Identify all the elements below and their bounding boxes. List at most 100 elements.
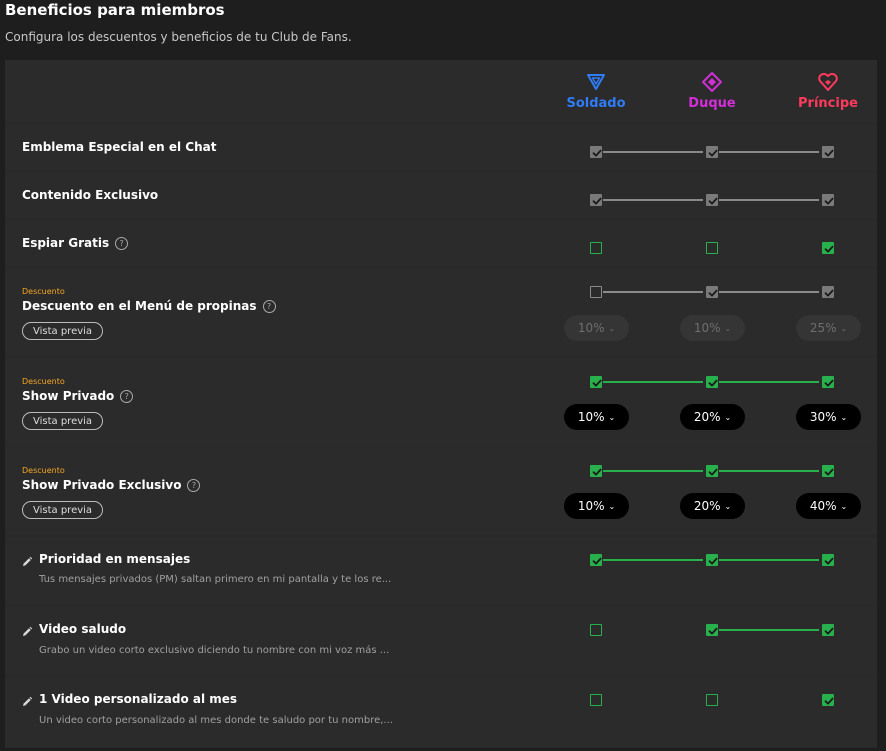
discount-tag: Descuento (22, 287, 65, 296)
preview-button[interactable]: Vista previa (22, 412, 104, 430)
preview-button[interactable]: Vista previa (22, 322, 104, 340)
benefit-label: 1 Video personalizado al mes (39, 692, 237, 706)
discount-select: 25% ⌄ (796, 315, 861, 341)
benefit-label-text: Prioridad en mensajes (39, 552, 191, 566)
help-icon[interactable]: ? (120, 390, 134, 403)
connector-line (719, 381, 819, 383)
help-icon[interactable]: ? (187, 479, 201, 492)
tier-checkbox[interactable] (822, 146, 834, 158)
connector-line (603, 151, 703, 153)
connector-line (603, 559, 703, 561)
discount-value: 30% (809, 410, 837, 424)
connector-line (719, 470, 819, 472)
connector-line (603, 470, 703, 472)
tier-principe: Príncipe (783, 72, 873, 111)
benefit-row: Emblema Especial en el Chat (5, 124, 877, 170)
benefit-description: Grabo un video corto exclusivo diciendo … (39, 645, 390, 656)
discount-select: 10% ⌄ (680, 315, 745, 341)
connector-line (719, 559, 819, 561)
help-icon[interactable]: ? (115, 237, 129, 250)
benefit-label-text: Show Privado Exclusivo (22, 478, 182, 492)
benefit-row: Video saludo Grabo un video corto exclusi… (5, 607, 877, 675)
pencil-icon (21, 553, 33, 566)
discount-select[interactable]: 30% ⌄ (796, 404, 861, 430)
tier-name: Príncipe (798, 96, 858, 111)
benefit-row: Espiar Gratis? (5, 220, 877, 266)
diamond-icon (667, 71, 757, 96)
discount-tag: Descuento (22, 466, 65, 475)
discount-value: 10% (577, 410, 605, 424)
chevron-down-icon: ⌄ (840, 502, 848, 511)
tier-checkbox[interactable] (822, 376, 834, 388)
benefit-row: Descuento Descuento en el Menú de propina… (5, 268, 877, 356)
benefit-label-text: Emblema Especial en el Chat (22, 140, 217, 154)
connector-line (719, 199, 819, 201)
tier-checkbox[interactable] (822, 554, 834, 566)
tier-checkbox[interactable] (706, 194, 718, 206)
tier-checkbox[interactable] (822, 242, 834, 254)
tier-checkbox[interactable] (822, 694, 834, 706)
tier-checkbox[interactable] (822, 194, 834, 206)
pencil-icon (21, 693, 33, 706)
benefit-label-text: Show Privado (22, 389, 115, 403)
tier-name: Duque (688, 96, 736, 111)
tier-checkbox[interactable] (590, 194, 602, 206)
discount-tag: Descuento (22, 377, 65, 386)
discount-value: 10% (577, 499, 605, 513)
heart-gem-icon (783, 72, 873, 96)
tier-checkbox[interactable] (706, 694, 718, 706)
tier-checkbox[interactable] (706, 465, 718, 477)
benefit-row: Descuento Show Privado Exclusivo? Vista pr… (5, 447, 877, 535)
benefit-label-text: Descuento en el Menú de propinas (22, 299, 257, 313)
tier-checkbox[interactable] (590, 242, 602, 254)
discount-select[interactable]: 10% ⌄ (564, 493, 629, 519)
benefit-label: Show Privado Exclusivo? (22, 478, 201, 492)
tier-checkbox[interactable] (706, 286, 718, 298)
preview-button[interactable]: Vista previa (22, 501, 104, 519)
tier-checkbox[interactable] (590, 286, 602, 298)
discount-select[interactable]: 20% ⌄ (680, 493, 745, 519)
benefit-label-text: Video saludo (39, 622, 127, 636)
tier-checkbox[interactable] (590, 624, 602, 636)
tier-checkbox[interactable] (706, 376, 718, 388)
header: Beneficios para miembros Configura los d… (0, 0, 886, 60)
discount-value: 20% (693, 499, 721, 513)
discount-value: 10% (577, 321, 605, 335)
tier-header-row: Soldado Duque Príncipe (5, 60, 877, 122)
discount-select[interactable]: 20% ⌄ (680, 404, 745, 430)
chevron-down-icon: ⌄ (724, 324, 732, 333)
benefit-label: Emblema Especial en el Chat (22, 140, 216, 154)
discount-value: 40% (809, 499, 837, 513)
tier-checkbox[interactable] (706, 624, 718, 636)
connector-line (603, 199, 703, 201)
tier-checkbox[interactable] (590, 554, 602, 566)
tier-checkbox[interactable] (590, 376, 602, 388)
chevron-down-icon: ⌄ (724, 413, 732, 422)
discount-select: 10% ⌄ (564, 315, 629, 341)
benefit-description: Un video corto personalizado al mes dond… (39, 715, 393, 726)
discount-select[interactable]: 40% ⌄ (796, 493, 861, 519)
tier-checkbox[interactable] (706, 146, 718, 158)
tier-checkbox[interactable] (822, 465, 834, 477)
connector-line (719, 151, 819, 153)
connector-line (603, 291, 703, 293)
discount-select[interactable]: 10% ⌄ (564, 404, 629, 430)
help-icon[interactable]: ? (262, 300, 276, 313)
page-subtitle: Configura los descuentos y beneficios de… (5, 30, 352, 44)
tier-checkbox[interactable] (590, 146, 602, 158)
tier-checkbox[interactable] (822, 286, 834, 298)
tier-checkbox[interactable] (590, 465, 602, 477)
benefit-label-text: Espiar Gratis (22, 236, 110, 250)
tier-checkbox[interactable] (706, 242, 718, 254)
benefit-label: Prioridad en mensajes (39, 552, 190, 566)
tier-checkbox[interactable] (706, 554, 718, 566)
tier-name: Soldado (566, 96, 626, 111)
chevron-down-icon: ⌄ (608, 324, 616, 333)
chevron-down-icon: ⌄ (724, 502, 732, 511)
connector-line (719, 291, 819, 293)
discount-value: 25% (809, 321, 837, 335)
tier-checkbox[interactable] (590, 694, 602, 706)
triangle-down-icon (551, 72, 641, 96)
tier-checkbox[interactable] (822, 624, 834, 636)
pencil-icon (21, 623, 33, 636)
